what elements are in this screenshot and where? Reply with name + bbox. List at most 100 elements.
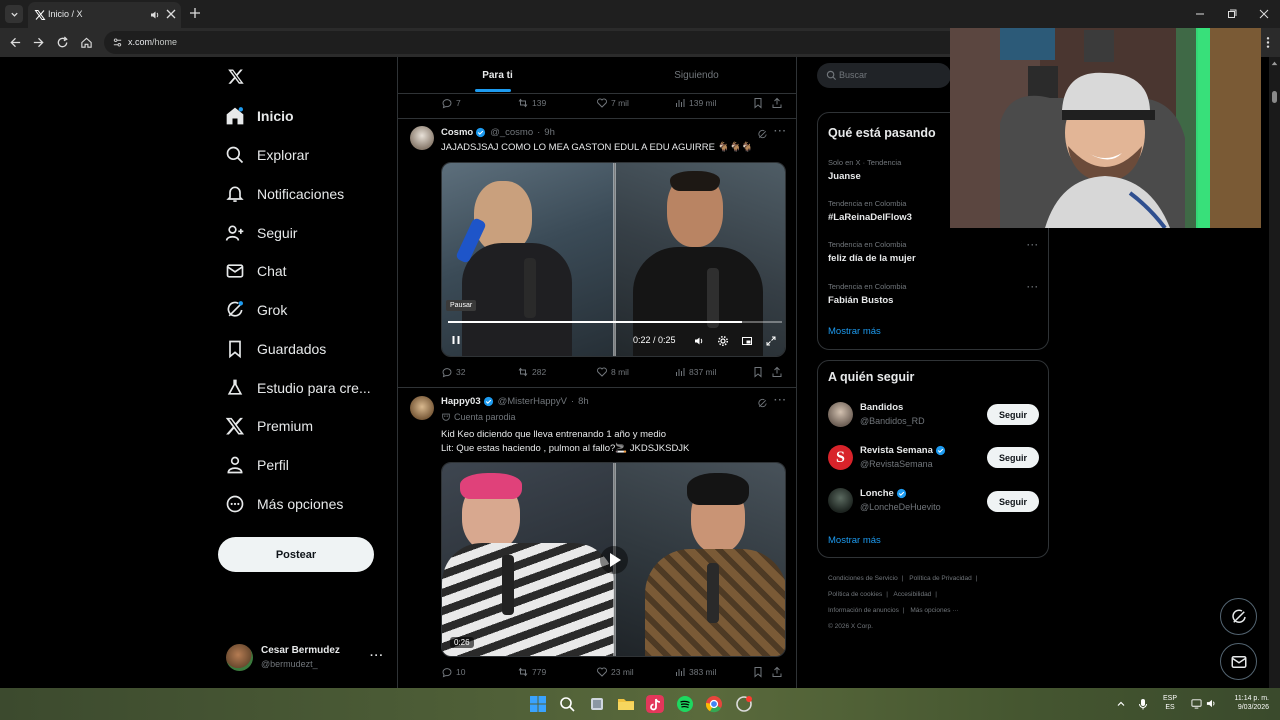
views-button[interactable]: 139 mil [674, 96, 716, 110]
tab-siguiendo[interactable]: Siguiendo [597, 57, 796, 94]
scroll-thumb[interactable] [1272, 91, 1277, 103]
account-switcher[interactable]: Cesar Bermudez @bermudezt_ ··· [226, 643, 384, 675]
x-logo-icon[interactable] [227, 68, 245, 85]
follow-button[interactable]: Seguir [987, 447, 1039, 468]
spotify-icon[interactable] [676, 695, 694, 713]
video-player[interactable]: Pausar 0:22 / 0:25 [441, 162, 786, 357]
bookmark-icon[interactable] [752, 666, 764, 678]
follow-name[interactable]: Bandidos [860, 402, 903, 413]
footer-link[interactable]: Condiciones de Servicio [828, 575, 898, 582]
play-icon[interactable] [599, 545, 629, 575]
share-icon[interactable] [771, 97, 783, 109]
like-button[interactable]: 8 mil [596, 365, 629, 379]
picture-in-picture-icon[interactable] [741, 335, 753, 347]
scroll-up-icon[interactable] [1271, 60, 1278, 66]
views-button[interactable]: 383 mil [674, 665, 716, 679]
tweet-time[interactable]: 8h [578, 396, 589, 407]
microphone-icon[interactable] [1138, 698, 1148, 710]
avatar[interactable]: S [828, 445, 853, 470]
avatar[interactable] [410, 126, 434, 150]
nav-item-notificaciones[interactable]: Notificaciones [225, 182, 344, 206]
avatar[interactable] [828, 488, 853, 513]
nav-item-mas-opciones[interactable]: Más opciones [225, 492, 343, 516]
follow-name[interactable]: Revista Semana [860, 445, 946, 456]
footer-link[interactable]: Información de anuncios [828, 607, 899, 614]
reload-icon[interactable] [56, 36, 69, 49]
reply-button[interactable]: 7 [441, 96, 461, 110]
close-icon[interactable] [166, 9, 176, 19]
share-icon[interactable] [771, 666, 783, 678]
footer-link[interactable]: Política de cookies [828, 591, 882, 598]
more-icon[interactable]: ··· [1027, 240, 1039, 250]
chrome-icon[interactable] [705, 695, 723, 713]
system-clock[interactable]: 11:14 p. m. 9/03/2026 [1223, 694, 1269, 712]
network-icon[interactable] [1191, 698, 1202, 709]
search-input[interactable]: Buscar [817, 63, 951, 88]
grok-icon[interactable] [757, 398, 768, 409]
page-scrollbar[interactable] [1269, 57, 1280, 688]
footer-link[interactable]: Política de Privacidad [909, 575, 972, 582]
messages-floating-button[interactable] [1220, 643, 1257, 680]
nav-item-grok[interactable]: Grok [225, 298, 287, 322]
search-icon[interactable] [558, 695, 576, 713]
follow-button[interactable]: Seguir [987, 404, 1039, 425]
nav-item-seguir[interactable]: Seguir [225, 221, 297, 245]
author-handle[interactable]: @MisterHappyV [498, 396, 567, 407]
show-more-trends-link[interactable]: Mostrar más [828, 326, 881, 337]
tweet-time[interactable]: 9h [544, 127, 555, 138]
tab-list-button[interactable] [5, 5, 23, 23]
follow-button[interactable]: Seguir [987, 491, 1039, 512]
more-icon[interactable]: ··· [774, 395, 787, 406]
nav-item-inicio[interactable]: Inicio [225, 104, 294, 128]
grok-floating-button[interactable] [1220, 598, 1257, 635]
views-button[interactable]: 837 mil [674, 365, 716, 379]
reply-button[interactable]: 32 [441, 365, 465, 379]
input-language[interactable]: ESP ES [1163, 694, 1177, 712]
file-explorer-icon[interactable] [617, 695, 635, 713]
repost-button[interactable]: 779 [517, 665, 546, 679]
back-icon[interactable] [9, 36, 22, 49]
close-window-button[interactable] [1248, 0, 1280, 28]
like-button[interactable]: 7 mil [596, 96, 629, 110]
nav-item-guardados[interactable]: Guardados [225, 337, 326, 361]
author-name[interactable]: Cosmo [441, 127, 473, 138]
nav-item-perfil[interactable]: Perfil [225, 453, 289, 477]
site-settings-icon[interactable] [112, 37, 123, 48]
browser-tab[interactable]: Inicio / X [28, 2, 181, 28]
show-more-follow-link[interactable]: Mostrar más [828, 535, 881, 546]
new-tab-icon[interactable] [189, 7, 201, 19]
reply-button[interactable]: 10 [441, 665, 465, 679]
like-button[interactable]: 23 mil [596, 665, 634, 679]
video-progress-track[interactable] [448, 321, 782, 323]
bookmark-icon[interactable] [752, 97, 764, 109]
nav-item-premium[interactable]: Premium [225, 414, 313, 438]
forward-icon[interactable] [32, 36, 45, 49]
maximize-button[interactable] [1216, 0, 1248, 28]
avatar[interactable] [828, 402, 853, 427]
settings-gear-icon[interactable] [717, 335, 729, 347]
avatar[interactable] [410, 396, 434, 420]
nav-item-estudio[interactable]: Estudio para cre... [225, 376, 371, 400]
follow-name[interactable]: Lonche [860, 488, 907, 499]
post-button[interactable]: Postear [218, 537, 374, 572]
windows-start-icon[interactable] [529, 695, 547, 713]
nav-item-chat[interactable]: Chat [225, 259, 287, 283]
volume-icon[interactable] [1206, 698, 1217, 709]
repost-button[interactable]: 139 [517, 96, 546, 110]
grok-icon[interactable] [757, 129, 768, 140]
task-view-icon[interactable] [588, 695, 606, 713]
minimize-button[interactable] [1184, 0, 1216, 28]
volume-icon[interactable] [693, 335, 705, 347]
tiktok-icon[interactable] [646, 695, 664, 713]
app-icon[interactable] [735, 695, 753, 713]
footer-link[interactable]: Accesibilidad [893, 591, 931, 598]
share-icon[interactable] [771, 366, 783, 378]
repost-button[interactable]: 282 [517, 365, 546, 379]
author-handle[interactable]: @_cosmo [490, 127, 533, 138]
video-player[interactable]: 0:26 [441, 462, 786, 657]
chevron-up-icon[interactable] [1116, 699, 1126, 709]
fullscreen-icon[interactable] [765, 335, 777, 347]
bookmark-icon[interactable] [752, 366, 764, 378]
author-name[interactable]: Happy03 [441, 396, 481, 407]
kebab-menu-icon[interactable] [1262, 36, 1274, 49]
